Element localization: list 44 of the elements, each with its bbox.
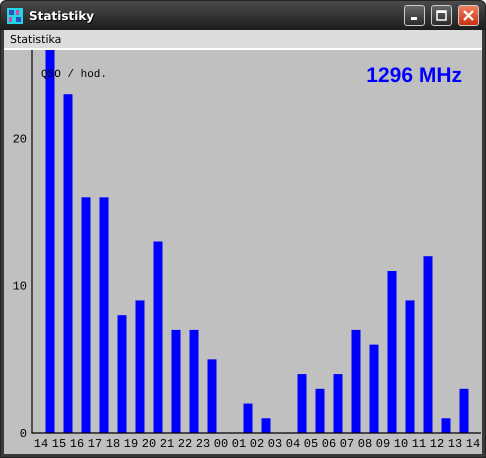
bar (442, 418, 450, 433)
x-tick-label: 03 (268, 437, 282, 451)
x-tick-label: 14 (34, 437, 48, 451)
bar (334, 374, 342, 433)
x-tick-label: 14 (466, 437, 480, 451)
x-tick-label: 21 (160, 437, 174, 451)
x-tick-label: 17 (88, 437, 102, 451)
bar (262, 418, 270, 433)
x-tick-label: 08 (358, 437, 372, 451)
x-tick-label: 13 (448, 437, 462, 451)
x-tick-label: 11 (412, 437, 426, 451)
x-tick-label: 00 (214, 437, 228, 451)
app-icon (7, 8, 23, 24)
y-tick-label: 10 (12, 280, 27, 294)
minimize-button[interactable] (404, 5, 425, 26)
y-tick-label: 0 (20, 427, 27, 441)
window-title: Statistiky (29, 8, 96, 23)
menu-item[interactable]: Statistika (8, 32, 64, 46)
x-tick-label: 06 (322, 437, 336, 451)
maximize-button[interactable] (431, 5, 452, 26)
x-tick-label: 18 (106, 437, 120, 451)
x-tick-label: 22 (178, 437, 192, 451)
x-tick-label: 09 (376, 437, 390, 451)
x-tick-label: 16 (70, 437, 84, 451)
x-tick-label: 02 (250, 437, 264, 451)
close-icon (463, 10, 474, 22)
y-tick-label: 20 (12, 132, 27, 146)
x-tick-label: 05 (304, 437, 318, 451)
x-tick-label: 15 (52, 437, 66, 451)
bar (244, 404, 252, 433)
bar (298, 374, 306, 433)
bar (316, 388, 324, 433)
x-tick-label: 20 (142, 437, 156, 451)
x-tick-label: 04 (286, 437, 300, 451)
x-tick-label: 19 (124, 437, 138, 451)
x-tick-label: 01 (232, 437, 246, 451)
x-tick-label: 10 (394, 437, 408, 451)
bar (460, 388, 468, 433)
maximize-icon (436, 10, 447, 22)
x-tick-label: 23 (196, 437, 210, 451)
chart-title: 1296 MHz (366, 64, 462, 87)
x-tick-label: 12 (430, 437, 444, 451)
close-button[interactable] (458, 5, 479, 26)
x-tick-label: 07 (340, 437, 354, 451)
